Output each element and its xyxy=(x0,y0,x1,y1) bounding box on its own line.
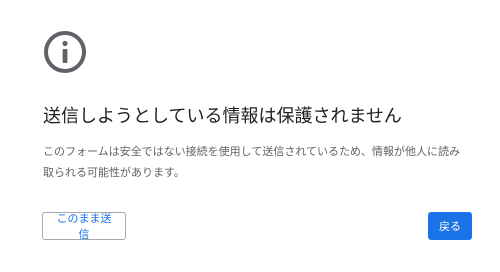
warning-heading: 送信しようとしている情報は保護されません xyxy=(43,106,402,127)
back-button[interactable]: 戻る xyxy=(428,212,472,240)
info-circle-icon xyxy=(44,31,86,73)
insecure-form-warning-page: 送信しようとしている情報は保護されません このフォームは安全ではない接続を使用し… xyxy=(0,0,500,272)
warning-description: このフォームは安全ではない接続を使用して送信されているため、情報が他人に読み取ら… xyxy=(43,145,461,179)
send-anyway-button[interactable]: このまま送信 xyxy=(42,212,126,241)
